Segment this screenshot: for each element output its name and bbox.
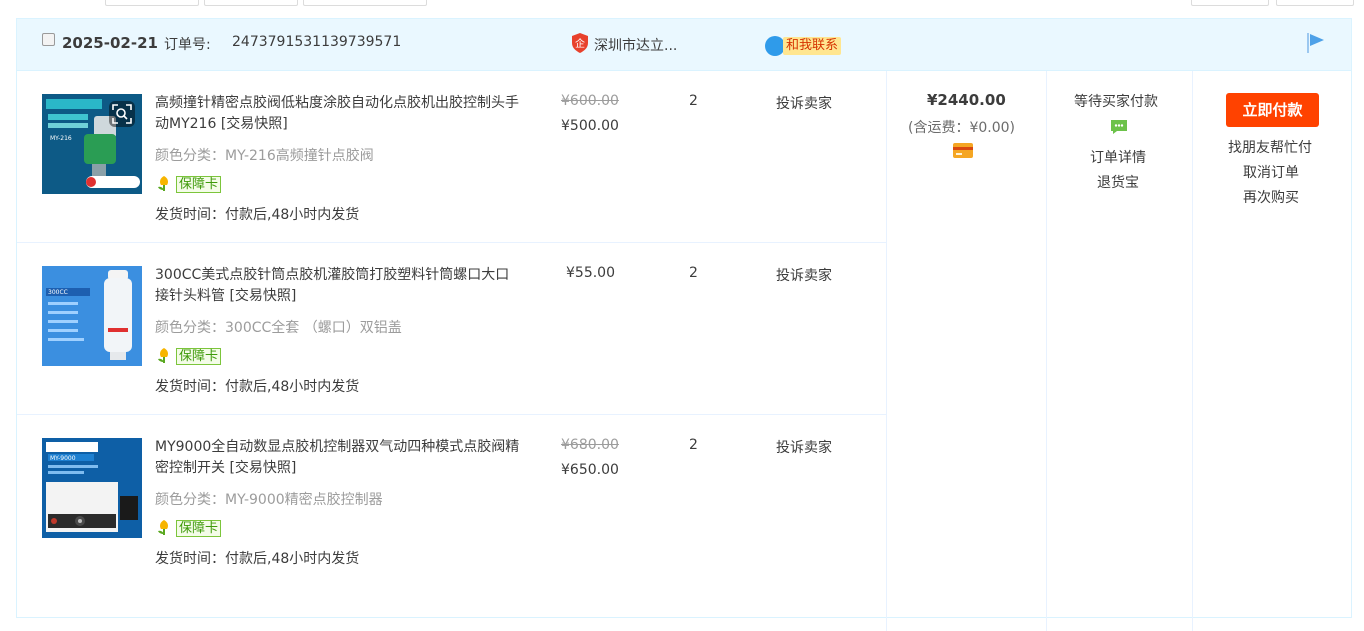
- message-icon[interactable]: [1110, 119, 1128, 135]
- order-item-row: MY-216 高频撞针精密点胶阀低粘度涂胶自动化点胶机出胶控制头手动MY216 …: [17, 71, 887, 243]
- order-date: 2025-02-21: [62, 34, 158, 52]
- thumb-caption: 300CC: [48, 289, 68, 296]
- ask-friend-pay-link[interactable]: 找朋友帮忙付: [1228, 137, 1312, 157]
- order-number-label: 订单号:: [164, 37, 211, 53]
- snapshot-link[interactable]: [交易快照]: [229, 288, 296, 304]
- tulip-badge-icon: [158, 176, 168, 191]
- order-header: 2025-02-21 订单号: 2473791531139739571 企 深圳…: [17, 19, 1351, 71]
- buy-again-link[interactable]: 再次购买: [1243, 187, 1299, 207]
- order-detail-link[interactable]: 订单详情: [1090, 147, 1146, 167]
- order-item-row: MY-9000 MY9000全自动数显点胶机控制器双气动四种模式点胶阀精密控制开…: [17, 415, 887, 587]
- tulip-badge-icon: [158, 520, 168, 535]
- original-price: ¥600.00: [561, 93, 619, 109]
- top-filter-button-1[interactable]: [105, 0, 199, 6]
- order-select-checkbox[interactable]: [42, 33, 55, 46]
- shipping-time: 发货时间：付款后,48小时内发货: [155, 379, 360, 395]
- product-title[interactable]: 300CC美式点胶针筒点胶机灌胶筒打胶塑料针筒螺口大口接针头料管: [155, 267, 509, 304]
- guarantee-label: 保障卡: [176, 176, 222, 193]
- order-item-row: 300CC 300CC美式点胶针筒点胶机灌胶筒打胶塑料针筒螺口大口接针头料管 […: [17, 243, 887, 415]
- unit-price: ¥650.00: [561, 462, 619, 478]
- top-page-button-prev[interactable]: [1191, 0, 1269, 6]
- flag-icon[interactable]: [1305, 31, 1327, 55]
- tulip-badge-icon: [158, 348, 168, 363]
- complain-seller-link[interactable]: 投诉卖家: [776, 93, 832, 113]
- shop-name-link[interactable]: 深圳市达立...: [594, 35, 677, 55]
- chat-bubble-icon: [765, 36, 785, 56]
- quantity: 2: [689, 265, 698, 281]
- return-insurance-link[interactable]: 退货宝: [1097, 172, 1139, 192]
- image-search-icon[interactable]: [108, 100, 136, 128]
- shipping-time: 发货时间：付款后,48小时内发货: [155, 207, 360, 223]
- unit-price: ¥500.00: [561, 118, 619, 134]
- order-card: 2025-02-21 订单号: 2473791531139739571 企 深圳…: [16, 18, 1352, 631]
- product-title[interactable]: MY9000全自动数显点胶机控制器双气动四种模式点胶阀精密控制开关: [155, 439, 519, 476]
- unit-price: ¥55.00: [566, 265, 615, 281]
- credit-card-icon[interactable]: [953, 143, 973, 158]
- thumb-caption: MY-216: [50, 135, 72, 142]
- contact-seller-label: 和我联系: [783, 37, 842, 55]
- order-status: 等待买家付款: [1074, 94, 1158, 110]
- shipping-time: 发货时间：付款后,48小时内发货: [155, 551, 360, 567]
- complain-seller-link[interactable]: 投诉卖家: [776, 265, 832, 285]
- complain-seller-link[interactable]: 投诉卖家: [776, 437, 832, 457]
- column-divider: [1192, 71, 1193, 631]
- original-price: ¥680.00: [561, 437, 619, 453]
- column-divider: [1046, 71, 1047, 631]
- thumb-caption: MY-9000: [50, 455, 76, 462]
- product-thumbnail[interactable]: MY-9000: [42, 438, 142, 538]
- snapshot-link[interactable]: [交易快照]: [221, 116, 288, 132]
- product-image: 300CC: [42, 266, 142, 366]
- top-filter-button-2[interactable]: [204, 0, 298, 6]
- top-page-button-next[interactable]: [1276, 0, 1354, 6]
- cancel-order-link[interactable]: 取消订单: [1243, 162, 1299, 182]
- product-title-link[interactable]: 高频撞针精密点胶阀低粘度涂胶自动化点胶机出胶控制头手动MY216 [交易快照]: [155, 93, 523, 135]
- product-thumbnail[interactable]: MY-216: [42, 94, 142, 194]
- guarantee-label: 保障卡: [176, 348, 222, 365]
- svg-text:企: 企: [575, 37, 585, 50]
- quantity: 2: [689, 437, 698, 453]
- product-image: MY-9000: [42, 438, 142, 538]
- snapshot-link[interactable]: [交易快照]: [229, 460, 296, 476]
- top-filter-button-3[interactable]: [303, 0, 427, 6]
- product-title[interactable]: 高频撞针精密点胶阀低粘度涂胶自动化点胶机出胶控制头手动MY216: [155, 95, 519, 132]
- product-sku: 颜色分类：300CC全套 （螺口）双铝盖: [155, 320, 402, 336]
- quantity: 2: [689, 93, 698, 109]
- product-title-link[interactable]: MY9000全自动数显点胶机控制器双气动四种模式点胶阀精密控制开关 [交易快照]: [155, 437, 523, 479]
- order-number: 2473791531139739571: [232, 34, 402, 50]
- order-total: ¥2440.00: [927, 91, 1006, 109]
- product-thumbnail[interactable]: 300CC: [42, 266, 142, 366]
- product-title-link[interactable]: 300CC美式点胶针筒点胶机灌胶筒打胶塑料针筒螺口大口接针头料管 [交易快照]: [155, 265, 523, 307]
- enterprise-shield-icon: 企: [572, 33, 588, 53]
- product-sku: 颜色分类：MY-9000精密点胶控制器: [155, 492, 383, 508]
- shipping-fee: (含运费：¥0.00): [908, 120, 1016, 136]
- pay-now-button[interactable]: 立即付款: [1226, 93, 1319, 127]
- guarantee-label: 保障卡: [176, 520, 222, 537]
- product-sku: 颜色分类：MY-216高频撞针点胶阀: [155, 148, 374, 164]
